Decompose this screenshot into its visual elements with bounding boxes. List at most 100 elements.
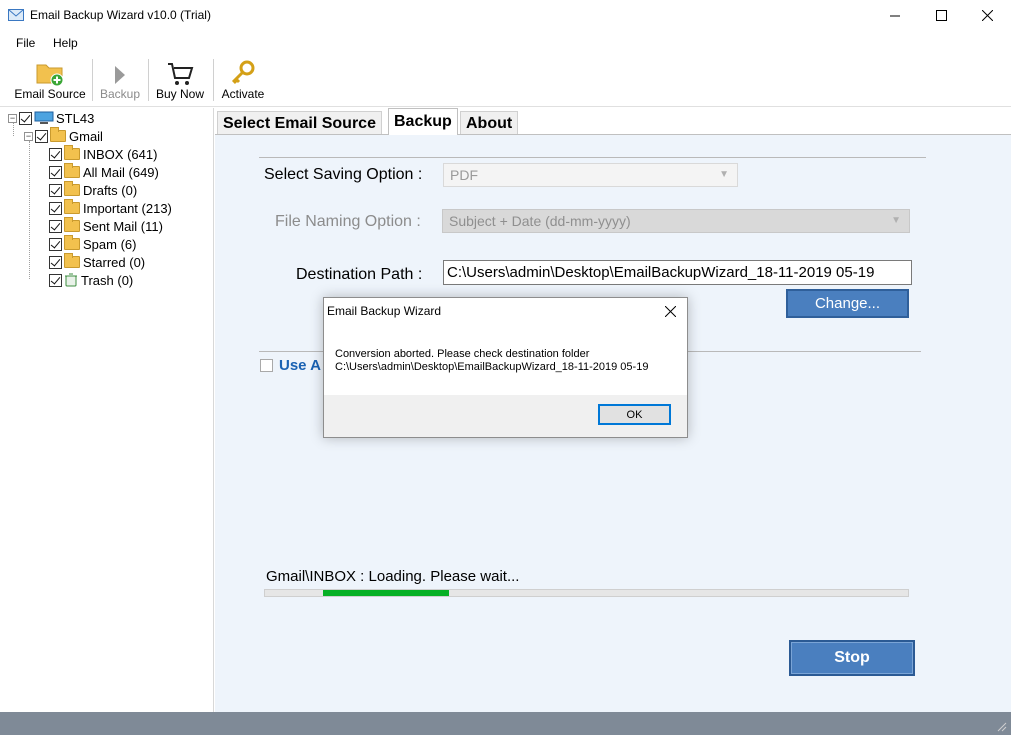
folder-icon [64, 235, 80, 250]
sent-folder-icon [64, 217, 80, 232]
activate-button[interactable]: Activate [218, 57, 268, 105]
minimize-button[interactable] [872, 0, 918, 30]
key-icon [231, 60, 255, 85]
folder-icon [64, 253, 80, 268]
tab-label: Select Email Source [223, 114, 376, 132]
tree-item-spam[interactable]: Spam (6) [49, 235, 136, 253]
chevron-down-icon: ▼ [719, 169, 729, 180]
backup-button[interactable]: Backup [97, 57, 143, 105]
tree-item-label: Sent Mail (11) [83, 218, 163, 234]
drafts-folder-icon [64, 181, 80, 196]
folder-icon [64, 199, 80, 214]
checkbox-checked[interactable] [19, 111, 32, 125]
change-button[interactable]: Change... [786, 289, 909, 318]
buy-now-label: Buy Now [155, 87, 205, 101]
dialog-footer: OK [324, 395, 687, 437]
tab-backup[interactable]: Backup [388, 108, 458, 135]
checkbox-checked[interactable] [49, 183, 62, 197]
checkbox-checked[interactable] [49, 255, 62, 269]
tree-item-label: Important (213) [83, 200, 172, 216]
email-source-label: Email Source [14, 87, 86, 101]
window-title: Email Backup Wizard v10.0 (Trial) [30, 8, 211, 22]
dialog-close-button[interactable] [661, 302, 679, 320]
collapse-icon[interactable]: − [24, 131, 33, 141]
saving-option-label: Select Saving Option : [264, 166, 423, 183]
collapse-icon[interactable]: − [8, 113, 17, 123]
toolbar: Email Source Backup Buy Now Activate [0, 55, 1011, 107]
tree-item-trash[interactable]: Trash (0) [49, 271, 133, 289]
inbox-folder-icon [64, 145, 80, 160]
tree-item-label: Trash (0) [81, 272, 134, 288]
naming-option-value: Subject + Date (dd-mm-yyyy) [449, 213, 631, 229]
ok-button[interactable]: OK [598, 404, 671, 425]
destination-path-input[interactable]: C:\Users\admin\Desktop\EmailBackupWizard… [443, 260, 912, 285]
checkbox-checked[interactable] [49, 237, 62, 251]
envelope-app-icon [8, 9, 24, 21]
tab-label: Backup [394, 113, 452, 130]
play-icon [115, 66, 125, 84]
tree-item-label: Spam (6) [83, 236, 137, 252]
tree-item-label: Drafts (0) [83, 182, 138, 198]
use-advance-label[interactable]: Use A [279, 357, 321, 374]
saving-option-select[interactable]: PDF ▼ [443, 163, 738, 187]
stop-button[interactable]: Stop [789, 640, 915, 676]
progress-bar [264, 589, 909, 597]
tab-select-email-source[interactable]: Select Email Source [217, 111, 382, 135]
use-advance-checkbox[interactable] [260, 359, 273, 372]
tree-node-root[interactable]: − STL43 [8, 109, 94, 127]
menu-help[interactable]: Help [53, 36, 78, 50]
app-window: Email Backup Wizard v10.0 (Trial) File H… [0, 0, 1011, 735]
dialog-title: Email Backup Wizard [327, 304, 442, 318]
close-button[interactable] [964, 0, 1010, 30]
chevron-down-icon: ▼ [891, 215, 901, 226]
tree-item-starred[interactable]: Starred (0) [49, 253, 145, 271]
tree-account-label: Gmail [69, 128, 103, 144]
minimize-icon [889, 15, 900, 16]
naming-option-label: File Naming Option : [275, 213, 421, 230]
tree-node-gmail[interactable]: − Gmail [24, 127, 103, 145]
folder-add-icon [36, 64, 64, 87]
checkbox-checked[interactable] [49, 147, 62, 161]
checkbox-checked[interactable] [49, 201, 62, 215]
buy-now-button[interactable]: Buy Now [153, 57, 207, 105]
status-bar [0, 712, 1011, 735]
tree-item-label: INBOX (641) [83, 146, 158, 162]
tree-item-label: All Mail (649) [83, 164, 159, 180]
tab-label: About [466, 114, 513, 132]
shopping-cart-icon [168, 63, 194, 85]
tree-item-drafts[interactable]: Drafts (0) [49, 181, 137, 199]
tree-line [29, 141, 30, 279]
message-dialog: Email Backup Wizard Conversion aborted. … [323, 297, 688, 438]
tree-item-inbox[interactable]: INBOX (641) [49, 145, 157, 163]
destination-path-label: Destination Path : [296, 266, 423, 283]
close-icon [664, 305, 676, 317]
folder-tree: − STL43 − Gmail INBOX (641) All Mail (64… [0, 108, 214, 712]
naming-option-select[interactable]: Subject + Date (dd-mm-yyyy) ▼ [442, 209, 910, 233]
tree-item-all-mail[interactable]: All Mail (649) [49, 163, 159, 181]
tab-about[interactable]: About [460, 111, 519, 135]
toolbar-separator [213, 59, 214, 101]
saving-option-value: PDF [450, 167, 478, 183]
maximize-button[interactable] [918, 0, 964, 30]
backup-label: Backup [99, 87, 141, 101]
trash-icon [65, 273, 77, 287]
menu-bar: File Help [0, 32, 1011, 54]
tree-item-important[interactable]: Important (213) [49, 199, 172, 217]
checkbox-checked[interactable] [49, 273, 62, 287]
checkbox-checked[interactable] [35, 129, 48, 143]
menu-file[interactable]: File [16, 36, 35, 50]
tab-bar: Select Email Source Backup About [215, 108, 1011, 135]
checkbox-checked[interactable] [49, 219, 62, 233]
toolbar-separator [92, 59, 93, 101]
progress-bar-fill [323, 590, 449, 596]
email-source-button[interactable]: Email Source [12, 57, 88, 105]
title-bar: Email Backup Wizard v10.0 (Trial) [0, 0, 1011, 30]
folder-icon [50, 127, 66, 142]
progress-status-text: Gmail\INBOX : Loading. Please wait... [266, 568, 520, 585]
folder-icon [64, 163, 80, 178]
tree-root-label: STL43 [56, 110, 95, 126]
tree-item-sent-mail[interactable]: Sent Mail (11) [49, 217, 163, 235]
checkbox-checked[interactable] [49, 165, 62, 179]
close-icon [981, 9, 993, 21]
resize-grip-icon[interactable] [997, 722, 1007, 732]
